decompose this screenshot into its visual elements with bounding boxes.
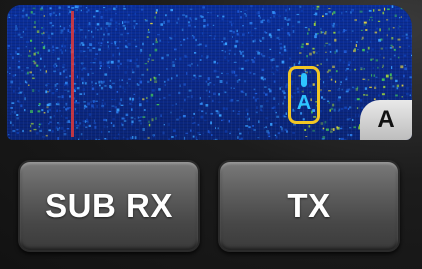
sub-rx-button[interactable]: SUB RX [18, 160, 200, 252]
vfo-a-cursor-bar [301, 73, 307, 87]
radio-display-bezel: A A SUB RX TX [0, 0, 422, 269]
waterfall-noise [7, 5, 412, 140]
vfo-a-tag[interactable]: A [360, 100, 412, 140]
waterfall-display[interactable]: A A [7, 5, 412, 140]
tx-button[interactable]: TX [218, 160, 400, 252]
vfo-a-cursor-label: A [296, 92, 312, 114]
vfo-a-cursor[interactable]: A [288, 66, 320, 124]
red-frequency-marker [71, 11, 74, 137]
